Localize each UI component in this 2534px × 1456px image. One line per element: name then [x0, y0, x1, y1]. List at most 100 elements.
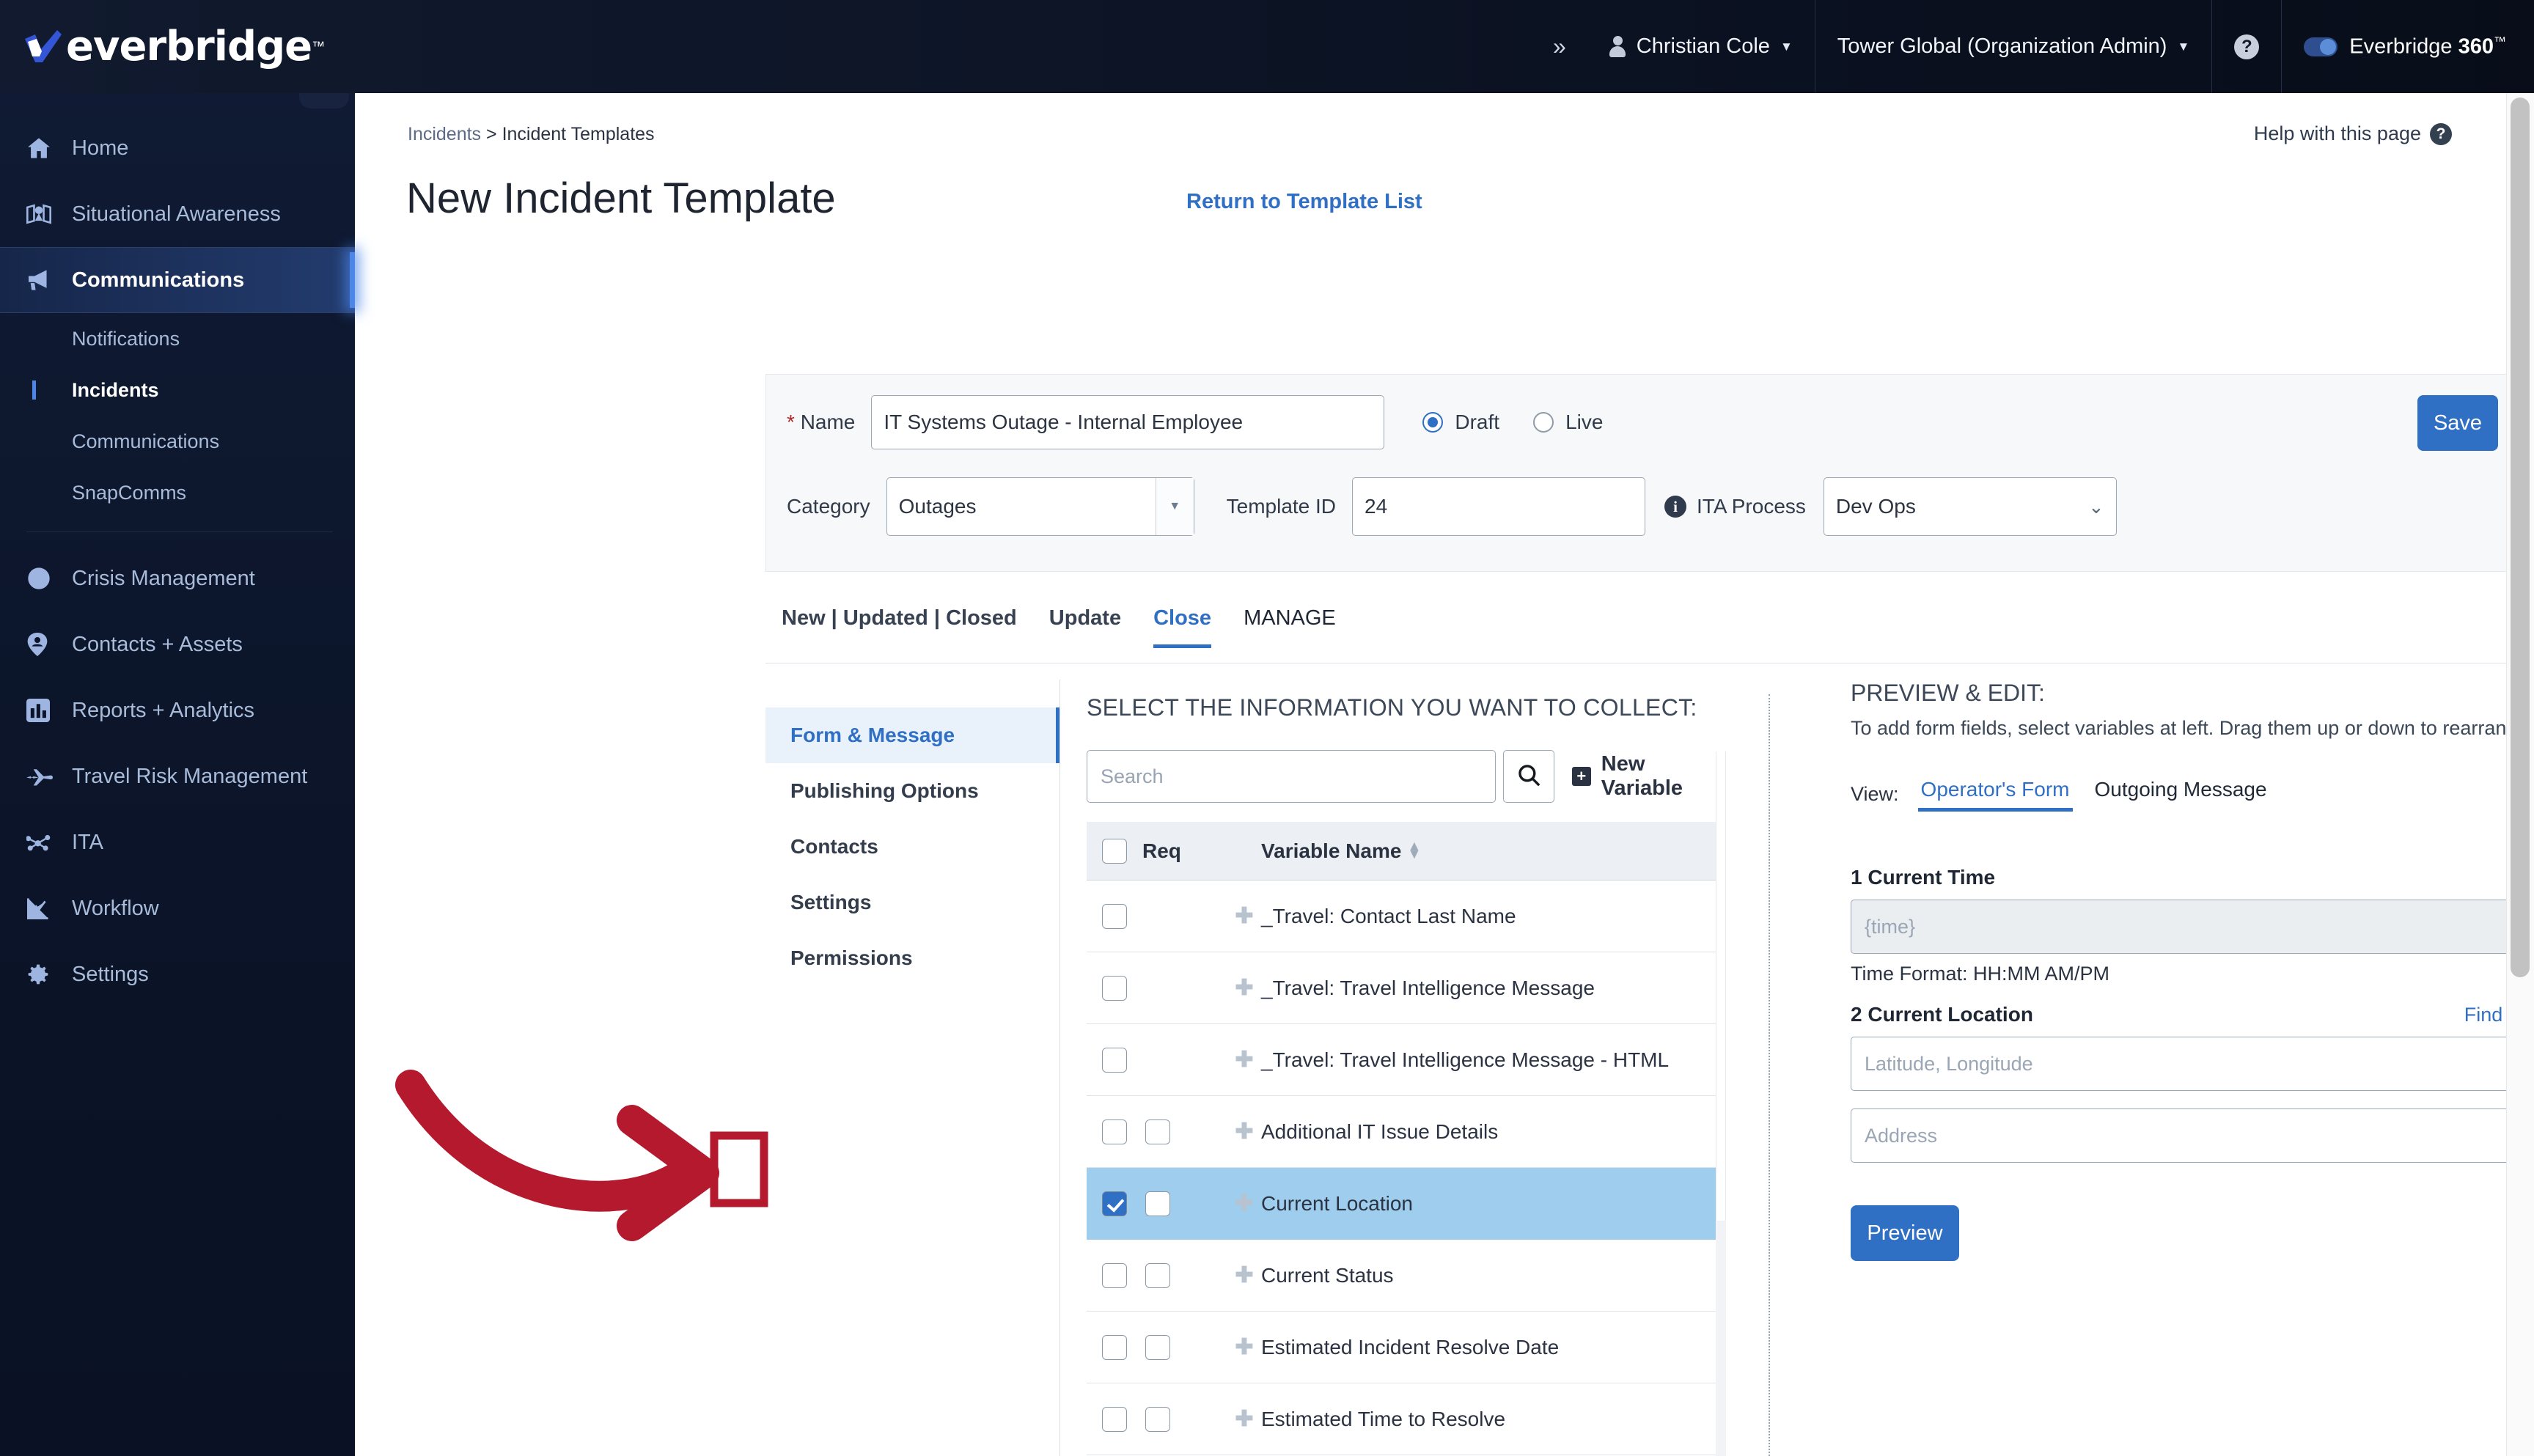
view-tab-outgoing-message[interactable]: Outgoing Message — [2092, 778, 2270, 812]
new-variable-button[interactable]: + New Variable — [1572, 752, 1732, 801]
sidebar-item-communications-sub[interactable]: Communications — [0, 416, 355, 467]
user-menu[interactable]: Christian Cole ▼ — [1587, 0, 1815, 93]
row-select-checkbox[interactable] — [1102, 1119, 1127, 1144]
plus-drag-icon[interactable]: ✚ — [1235, 1262, 1253, 1288]
table-row[interactable]: ✚ Additional IT Issue Details — [1087, 1096, 1716, 1168]
panel-divider — [1769, 694, 1770, 1456]
tab-manage[interactable]: MANAGE — [1227, 606, 1352, 648]
subnav-item-permissions[interactable]: Permissions — [765, 930, 1059, 986]
expand-menu-icon[interactable]: » — [1532, 33, 1587, 60]
alert-circle-icon — [26, 567, 72, 590]
sidebar-item-ita[interactable]: ITA — [0, 809, 355, 875]
plus-drag-icon[interactable]: ✚ — [1235, 1191, 1253, 1216]
save-button[interactable]: Save — [2417, 395, 2498, 451]
page-scrollbar-thumb[interactable] — [2511, 98, 2530, 977]
row-select-checkbox[interactable] — [1102, 1263, 1127, 1288]
row-select-checkbox[interactable] — [1102, 1407, 1127, 1432]
variable-list-scrollbar-thumb[interactable] — [1716, 751, 1726, 1221]
subnav-item-settings[interactable]: Settings — [765, 875, 1059, 930]
logo-text: everbridge — [66, 23, 312, 70]
select-all-checkbox[interactable] — [1102, 839, 1127, 864]
info-icon[interactable]: i — [1664, 496, 1686, 518]
column-header-variable-name[interactable]: Variable Name ▲▼ — [1261, 839, 1421, 863]
return-to-template-list-link[interactable]: Return to Template List — [1186, 190, 1422, 214]
plus-drag-icon[interactable]: ✚ — [1235, 903, 1253, 929]
radio-draft[interactable] — [1422, 412, 1443, 433]
row-required-checkbox[interactable] — [1145, 1407, 1170, 1432]
plus-drag-icon[interactable]: ✚ — [1235, 1119, 1253, 1144]
plus-square-icon: + — [1572, 767, 1591, 786]
sidebar-item-travel-risk-management[interactable]: Travel Risk Management — [0, 743, 355, 809]
line-chart-icon — [26, 897, 72, 919]
new-variable-label: New Variable — [1601, 752, 1732, 801]
template-name-input[interactable]: IT Systems Outage - Internal Employee — [871, 395, 1384, 449]
sidebar-item-notifications[interactable]: Notifications — [0, 313, 355, 364]
sidebar-item-situational-awareness[interactable]: Situational Awareness — [0, 181, 355, 247]
status-radio-draft[interactable]: Draft — [1422, 411, 1499, 434]
row-required-checkbox[interactable] — [1145, 1263, 1170, 1288]
row-required-checkbox[interactable] — [1145, 1191, 1170, 1216]
help-link-label: Help with this page — [2254, 122, 2421, 145]
ita-process-select[interactable]: Dev Ops ⌄ — [1824, 477, 2117, 536]
table-row[interactable]: ✚ Current Status — [1087, 1240, 1716, 1312]
search-button[interactable] — [1503, 750, 1554, 803]
template-id-input[interactable]: 24 — [1352, 477, 1645, 536]
table-row[interactable]: ✚ _Travel: Travel Intelligence Message — [1087, 952, 1716, 1024]
toggle-switch[interactable] — [2304, 37, 2337, 56]
sidebar-item-settings[interactable]: Settings — [0, 941, 355, 1007]
radio-live[interactable] — [1533, 412, 1554, 433]
row-select-checkbox[interactable] — [1102, 1191, 1127, 1216]
plus-drag-icon[interactable]: ✚ — [1235, 1406, 1253, 1432]
ita-process-value: Dev Ops — [1824, 495, 2076, 518]
row-required-checkbox[interactable] — [1145, 1119, 1170, 1144]
search-input[interactable]: Search — [1087, 750, 1496, 803]
sidebar-item-crisis-management[interactable]: Crisis Management — [0, 545, 355, 611]
sidebar-item-home[interactable]: Home — [0, 115, 355, 181]
plus-drag-icon[interactable]: ✚ — [1235, 1047, 1253, 1073]
plus-drag-icon[interactable]: ✚ — [1235, 1334, 1253, 1360]
latitude-longitude-input[interactable]: Latitude, Longitude — [1851, 1037, 2534, 1091]
row-select-checkbox[interactable] — [1102, 1335, 1127, 1360]
row-select-checkbox[interactable] — [1102, 976, 1127, 1001]
row-select-checkbox[interactable] — [1102, 904, 1127, 929]
category-select[interactable]: Outages ▼ — [886, 477, 1194, 536]
tab-close[interactable]: Close — [1137, 606, 1227, 648]
variable-name-cell: _Travel: Contact Last Name — [1261, 905, 1516, 928]
table-row[interactable]: ✚ _Travel: Travel Intelligence Message -… — [1087, 1024, 1716, 1096]
preview-heading: PREVIEW & EDIT: — [1851, 680, 2534, 707]
sidebar-item-workflow[interactable]: Workflow — [0, 875, 355, 941]
sidebar-item-reports-analytics[interactable]: Reports + Analytics — [0, 677, 355, 743]
sidebar-item-communications[interactable]: Communications — [0, 247, 355, 313]
main-sidebar: « Home Situational Awareness Communicati… — [0, 0, 355, 1456]
table-row[interactable]: ✚ Estimated Time to Resolve — [1087, 1383, 1716, 1455]
row-required-checkbox[interactable] — [1145, 1335, 1170, 1360]
tab-update[interactable]: Update — [1033, 606, 1137, 648]
org-selector[interactable]: Tower Global (Organization Admin) ▼ — [1815, 0, 2212, 93]
question-circle-icon: ? — [2430, 123, 2452, 145]
subnav-item-form-message[interactable]: Form & Message — [765, 707, 1059, 763]
subnav-item-contacts[interactable]: Contacts — [765, 819, 1059, 875]
sidebar-item-contacts-assets[interactable]: Contacts + Assets — [0, 611, 355, 677]
sidebar-item-incidents[interactable]: Incidents — [0, 364, 355, 416]
help-button[interactable]: ? — [2212, 0, 2281, 93]
breadcrumb-parent[interactable]: Incidents — [408, 124, 481, 144]
sidebar-item-snapcomms[interactable]: SnapComms — [0, 467, 355, 518]
status-radio-live[interactable]: Live — [1533, 411, 1603, 434]
tab-new-updated-closed[interactable]: New | Updated | Closed — [765, 606, 1033, 648]
sidebar-item-label: Situational Awareness — [72, 202, 281, 227]
everbridge-logo[interactable]: everbridge ™ — [22, 23, 325, 70]
variable-table-header: Req Variable Name ▲▼ — [1087, 822, 1716, 880]
address-input[interactable]: Address — [1851, 1108, 2534, 1163]
user-name-label: Christian Cole — [1637, 34, 1770, 59]
template-id-label: Template ID — [1227, 495, 1336, 518]
subnav-item-publishing-options[interactable]: Publishing Options — [765, 763, 1059, 819]
table-row[interactable]: ✚ _Travel: Contact Last Name — [1087, 880, 1716, 952]
everbridge-360-toggle[interactable]: Everbridge 360™ — [2282, 34, 2534, 59]
preview-button[interactable]: Preview — [1851, 1205, 1959, 1261]
table-row-selected[interactable]: ✚ Current Location — [1087, 1168, 1716, 1240]
plus-drag-icon[interactable]: ✚ — [1235, 975, 1253, 1001]
view-tab-operators-form[interactable]: Operator's Form — [1918, 778, 2073, 812]
help-with-this-page-link[interactable]: Help with this page ? — [2254, 122, 2452, 145]
row-select-checkbox[interactable] — [1102, 1048, 1127, 1073]
table-row[interactable]: ✚ Estimated Incident Resolve Date — [1087, 1312, 1716, 1383]
